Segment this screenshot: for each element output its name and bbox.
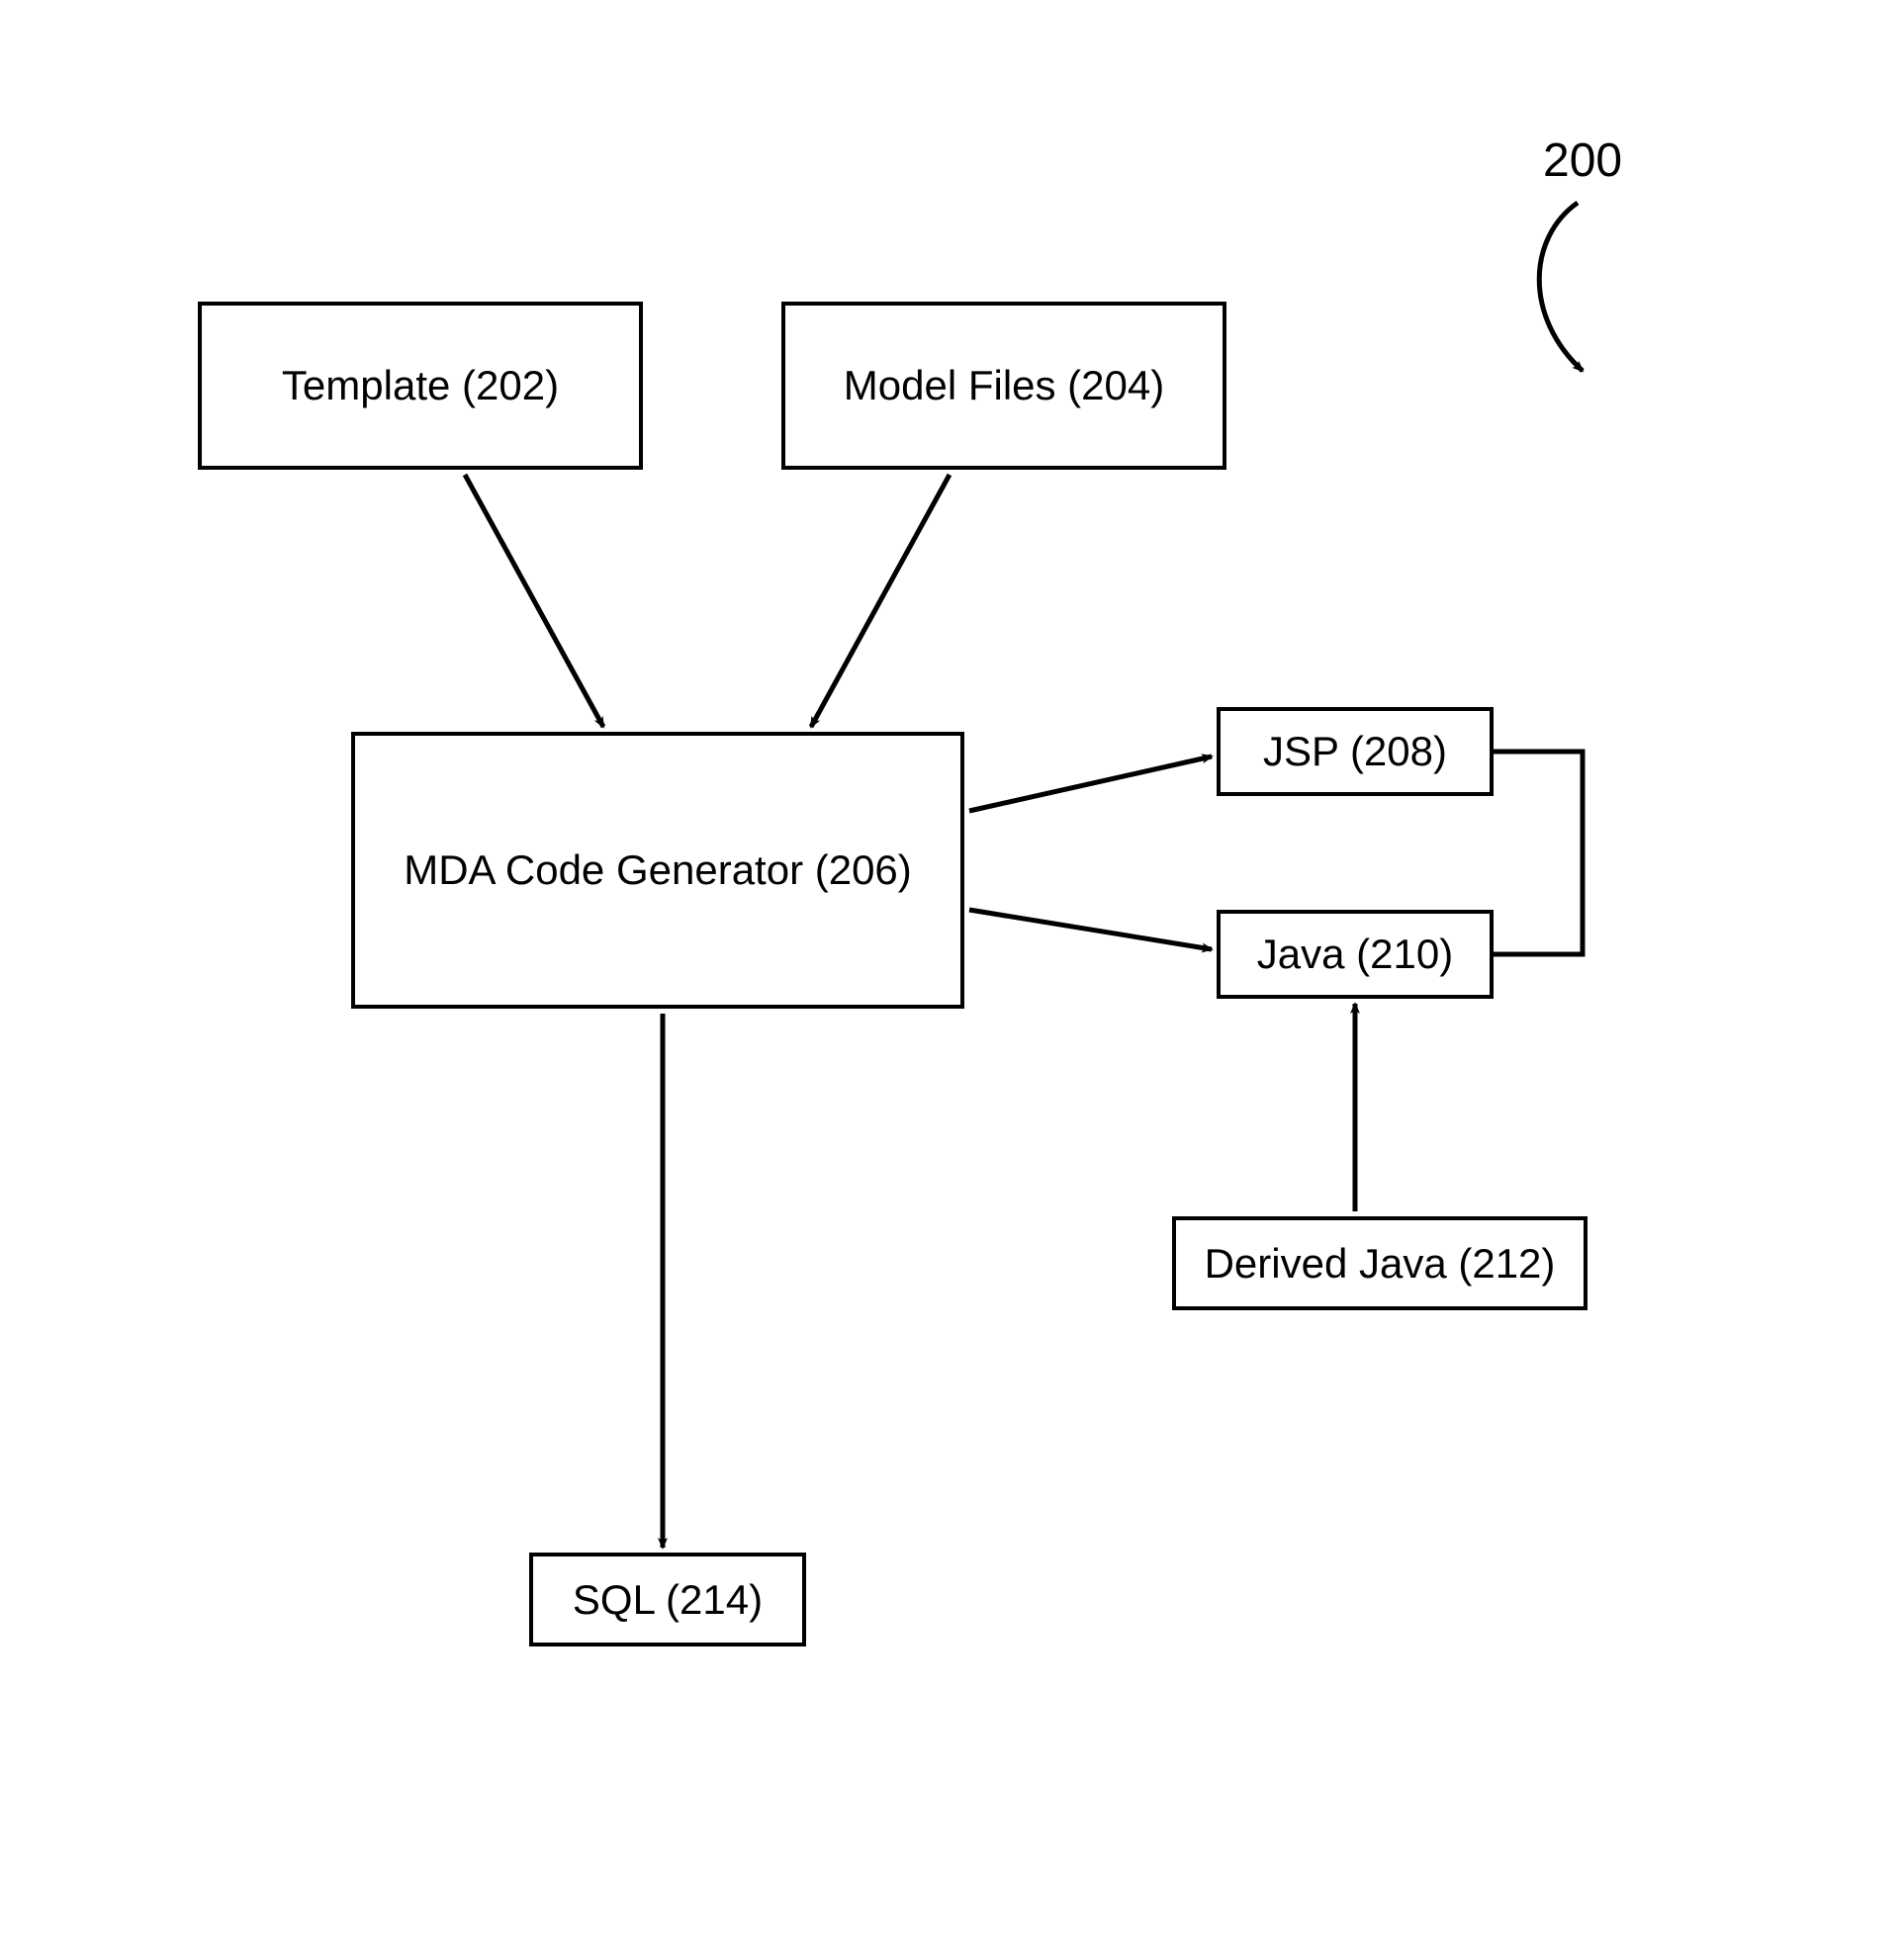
figure-number-label: 200: [1543, 133, 1622, 188]
arrow-mda-to-jsp: [969, 756, 1212, 811]
box-template: Template (202): [198, 302, 643, 470]
box-sql: SQL (214): [529, 1553, 806, 1646]
figure-number-arrow: [1539, 203, 1583, 371]
box-mda-generator-label: MDA Code Generator (206): [404, 846, 912, 894]
box-derived-java: Derived Java (212): [1172, 1216, 1587, 1310]
box-jsp-label: JSP (208): [1263, 728, 1447, 775]
box-mda-generator: MDA Code Generator (206): [351, 732, 964, 1009]
connector-jsp-java: [1494, 752, 1583, 954]
diagram-canvas: 200 Template (202) Model Files (204) MDA…: [0, 0, 1904, 1956]
box-model-files: Model Files (204): [781, 302, 1226, 470]
box-model-files-label: Model Files (204): [844, 362, 1164, 409]
arrow-modelfiles-to-mda: [811, 475, 950, 727]
box-sql-label: SQL (214): [573, 1576, 763, 1624]
box-derived-java-label: Derived Java (212): [1205, 1240, 1556, 1288]
box-java-label: Java (210): [1257, 931, 1453, 978]
box-template-label: Template (202): [282, 362, 559, 409]
arrow-template-to-mda: [465, 475, 603, 727]
box-java: Java (210): [1217, 910, 1494, 999]
box-jsp: JSP (208): [1217, 707, 1494, 796]
arrow-mda-to-java: [969, 910, 1212, 949]
